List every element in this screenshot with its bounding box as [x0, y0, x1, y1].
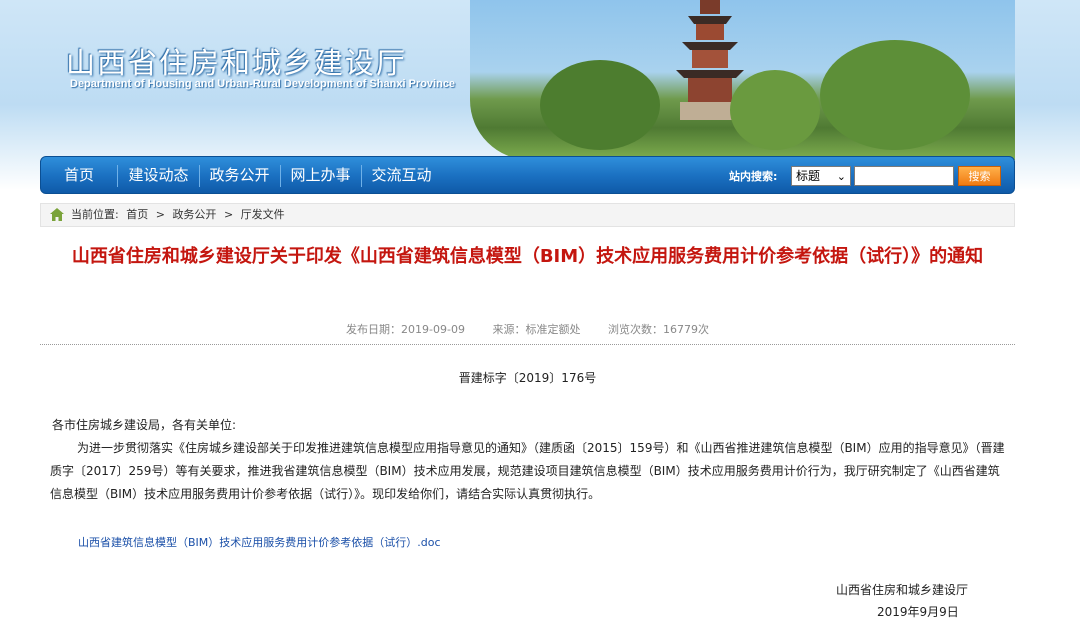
view-count: 浏览次数：16779次: [607, 323, 709, 336]
home-icon: [50, 208, 64, 221]
search-input[interactable]: [854, 166, 954, 186]
divider: [40, 344, 1015, 345]
attachment-link[interactable]: 山西省建筑信息模型（BIM）技术应用服务费用计价参考依据（试行）.doc: [78, 534, 441, 550]
document-number: 晋建标字〔2019〕176号: [458, 371, 597, 385]
search-select-value: 标题: [796, 169, 821, 183]
site-title: 山西省住房和城乡建设厅: [66, 46, 408, 80]
tree-shape: [820, 40, 970, 150]
breadcrumb: 当前位置: 首页 > 政务公开 > 厅发文件: [40, 203, 1015, 227]
nav-item-online-services[interactable]: 网上办事: [283, 157, 358, 195]
nav-divider: [361, 165, 362, 187]
nav-item-home[interactable]: 首页: [49, 157, 109, 195]
nav-item-gov-affairs[interactable]: 政务公开: [202, 157, 277, 195]
chevron-down-icon: ⌄: [836, 170, 846, 183]
search-label: 站内搜索:: [729, 170, 778, 183]
signature-date: 2019年9月9日: [877, 605, 959, 619]
search-field-select[interactable]: 标题 ⌄: [791, 166, 851, 186]
breadcrumb-separator: >: [155, 208, 165, 221]
tree-shape: [540, 60, 660, 150]
publish-date: 发布日期：2019-09-09: [346, 323, 465, 336]
article-source: 来源：标准定额处: [492, 323, 581, 336]
article-title: 山西省住房和城乡建设厅关于印发《山西省建筑信息模型（BIM）技术应用服务费用计价…: [71, 246, 984, 267]
search-button[interactable]: 搜索: [958, 166, 1001, 186]
nav-item-interaction[interactable]: 交流互动: [364, 157, 439, 195]
breadcrumb-separator: >: [223, 208, 234, 221]
breadcrumb-item-gov-affairs[interactable]: 政务公开: [172, 208, 216, 221]
article-meta: 发布日期：2019-09-09 来源：标准定额处 浏览次数：16779次: [40, 321, 1015, 337]
tree-shape: [730, 70, 820, 150]
breadcrumb-prefix: 当前位置:: [71, 208, 119, 221]
site-subtitle: Department of Housing and Urban-Rural De…: [70, 78, 456, 90]
nav-item-news[interactable]: 建设动态: [121, 157, 196, 195]
nav-divider: [117, 165, 118, 187]
salutation: 各市住房城乡建设局，各有关单位:: [52, 418, 237, 432]
nav-divider: [199, 165, 200, 187]
breadcrumb-item-documents[interactable]: 厅发文件: [241, 208, 285, 221]
breadcrumb-item-home[interactable]: 首页: [126, 208, 148, 221]
signature-org: 山西省住房和城乡建设厅: [836, 583, 969, 597]
nav-divider: [280, 165, 281, 187]
body-paragraph: 为进一步贯彻落实《住房城乡建设部关于印发推进建筑信息模型应用指导意见的通知》（建…: [50, 441, 1005, 501]
main-nav: 首页 建设动态 政务公开 网上办事 交流互动 站内搜索: 标题 ⌄ 搜索: [40, 156, 1015, 194]
